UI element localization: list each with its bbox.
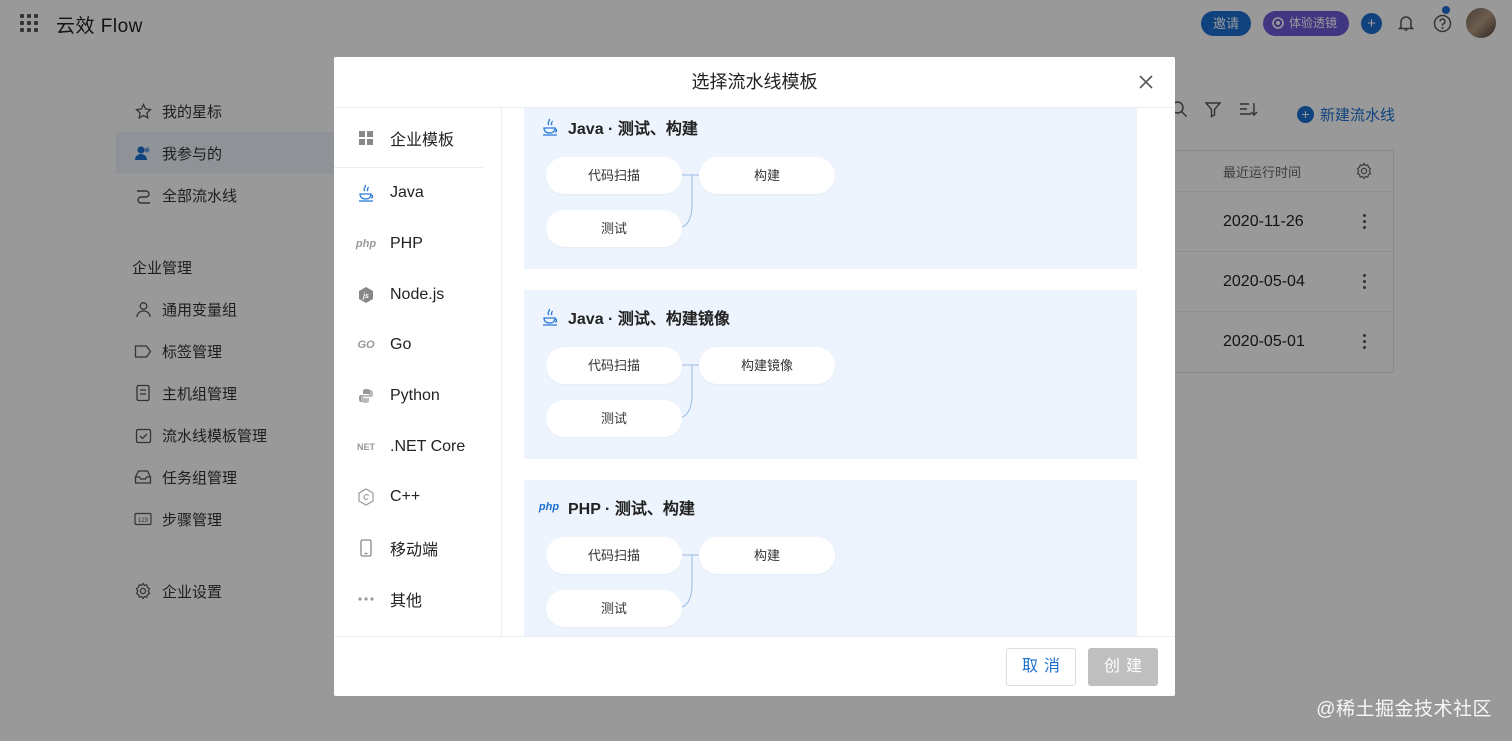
stage-code-scan: 代码扫描 [546, 537, 682, 574]
template-card-java-image[interactable]: Java · 测试、构建镜像 代码扫描 测试 构建镜像 [524, 290, 1137, 459]
stage-test: 测试 [546, 210, 682, 247]
stage-connector [682, 554, 699, 608]
create-button[interactable]: 创建 [1088, 648, 1158, 686]
close-icon[interactable] [1137, 73, 1155, 91]
category-label: 企业模板 [390, 131, 455, 149]
dialog-title: 选择流水线模板 [334, 57, 1175, 108]
stage-test: 测试 [546, 590, 682, 627]
cancel-button[interactable]: 取消 [1006, 648, 1076, 686]
java-icon [540, 307, 560, 327]
dotnet-icon: NET [357, 441, 375, 452]
dialog-footer: 取消 创建 [334, 636, 1175, 696]
more-icon [356, 589, 376, 609]
category-label: Java [390, 184, 424, 202]
stage-build: 构建 [699, 157, 835, 194]
category-label: PHP [390, 235, 423, 253]
category-go[interactable]: GO Go [334, 320, 501, 371]
watermark: @稀土掘金技术社区 [1316, 699, 1492, 720]
stage-connector [682, 174, 699, 228]
cpp-icon: C [356, 487, 376, 507]
template-category-list: 企业模板 Java php PHP js Node.js GO Go Pytho… [334, 108, 502, 636]
svg-text:C: C [363, 493, 369, 502]
php-icon: php [355, 238, 377, 251]
stage-test: 测试 [546, 400, 682, 437]
category-label: .NET Core [390, 437, 466, 455]
category-cpp[interactable]: C C++ [334, 472, 501, 523]
stage-build: 构建 [699, 537, 835, 574]
stage-build-image: 构建镜像 [699, 347, 835, 384]
category-label: Node.js [390, 285, 445, 303]
category-label: C++ [390, 488, 421, 506]
template-title: Java · 测试、构建镜像 [540, 304, 730, 330]
template-title-text: Java · 测试、构建镜像 [568, 311, 730, 328]
category-other[interactable]: 其他 [334, 574, 501, 625]
template-picker-dialog: 选择流水线模板 企业模板 Java php PHP js Node.js GO … [334, 57, 1175, 696]
stage-code-scan: 代码扫描 [546, 157, 682, 194]
java-icon [356, 183, 376, 203]
category-mobile[interactable]: 移动端 [334, 523, 501, 574]
svg-text:js: js [362, 293, 369, 300]
java-icon [540, 117, 560, 137]
stage-code-scan: 代码扫描 [546, 347, 682, 384]
category-nodejs[interactable]: js Node.js [334, 269, 501, 320]
go-icon: GO [357, 339, 375, 352]
category-label: Python [390, 387, 440, 405]
category-label: 其他 [390, 592, 423, 610]
template-title: php PHP · 测试、构建 [538, 494, 695, 520]
mobile-icon [356, 538, 376, 558]
category-label: 移动端 [390, 542, 439, 560]
template-title: Java · 测试、构建 [540, 114, 698, 140]
template-card-php-build[interactable]: php PHP · 测试、构建 代码扫描 测试 构建 [524, 480, 1137, 636]
grid-icon [356, 128, 376, 148]
category-label: Go [390, 336, 412, 354]
category-java[interactable]: Java [334, 168, 501, 219]
category-php[interactable]: php PHP [334, 219, 501, 270]
template-card-java-build[interactable]: Java · 测试、构建 代码扫描 测试 构建 [524, 108, 1137, 269]
template-list: Java · 测试、构建 代码扫描 测试 构建 Java · 测试、构建镜像 代… [502, 108, 1175, 636]
nodejs-icon: js [356, 285, 376, 305]
category-enterprise[interactable]: 企业模板 [334, 108, 483, 168]
php-icon: php [538, 501, 560, 513]
category-python[interactable]: Python [334, 371, 501, 422]
template-title-text: Java · 测试、构建 [568, 121, 698, 138]
python-icon [356, 386, 376, 406]
category-dotnet[interactable]: NET .NET Core [334, 421, 501, 472]
stage-connector [682, 364, 699, 418]
template-title-text: PHP · 测试、构建 [568, 501, 695, 518]
